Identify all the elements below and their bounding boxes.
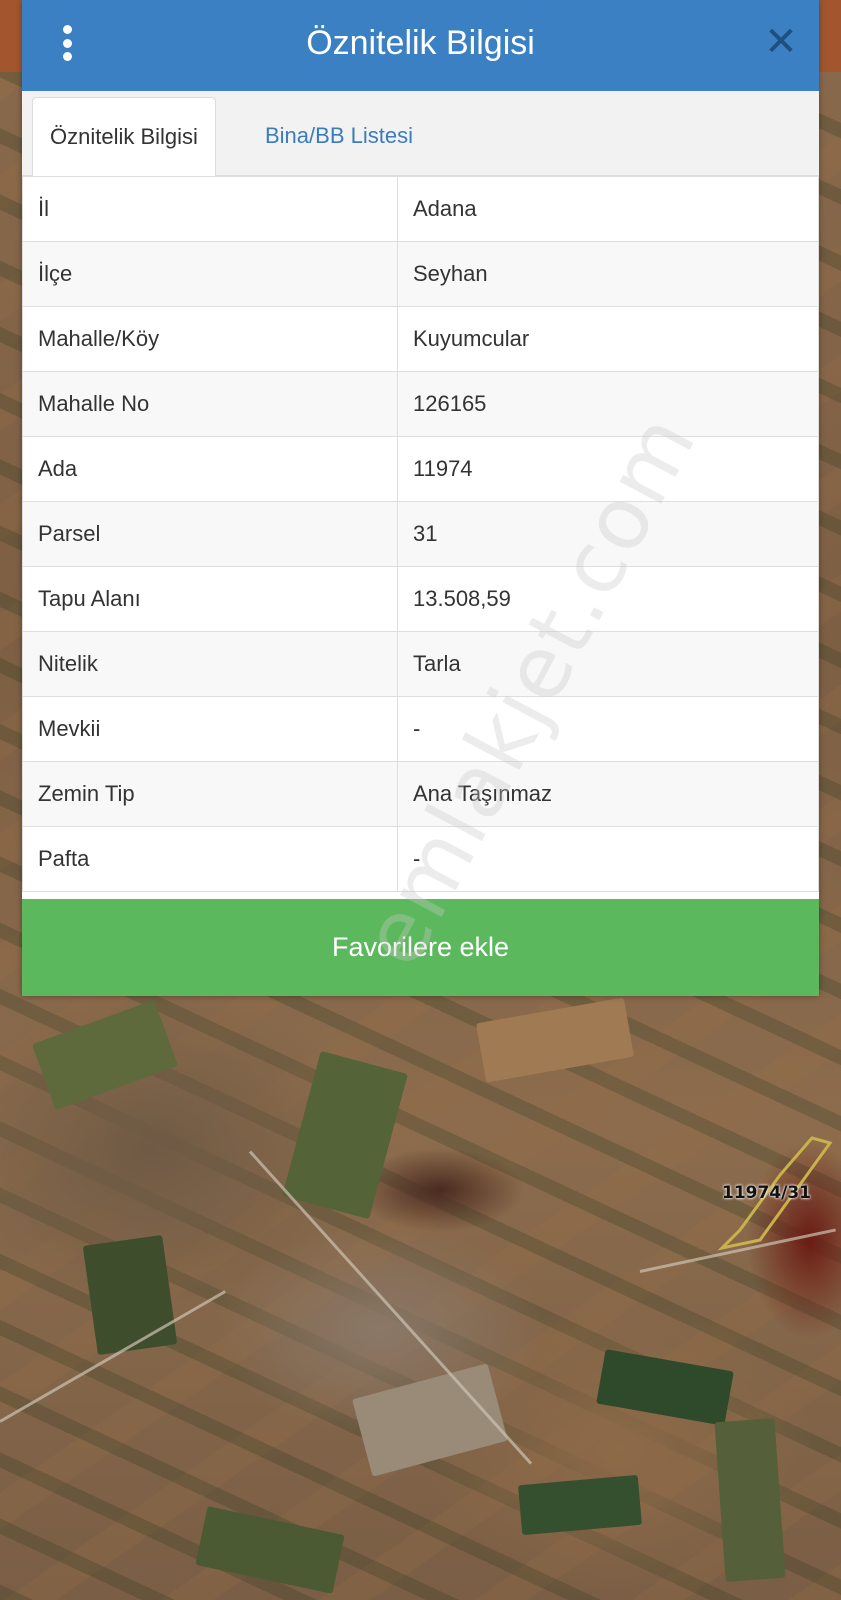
table-row: Mahalle No 126165 <box>22 371 819 437</box>
tab-bar: Öznitelik Bilgisi Bina/BB Listesi <box>22 91 819 176</box>
attribute-key: Mevkii <box>22 696 398 762</box>
attribute-table: İl Adana İlçe Seyhan Mahalle/Köy Kuyumcular Ma… <box>22 176 819 892</box>
attribute-value: Kuyumcular <box>397 306 819 372</box>
attribute-key: Tapu Alanı <box>22 566 398 632</box>
attribute-key: Parsel <box>22 501 398 567</box>
tab-bina-bb-listesi[interactable]: Bina/BB Listesi <box>248 97 430 175</box>
table-row: Mevkii - <box>22 696 819 762</box>
attribute-key: İlçe <box>22 241 398 307</box>
table-row: İl Adana <box>22 176 819 242</box>
table-row: Tapu Alanı 13.508,59 <box>22 566 819 632</box>
dialog-title: Öznitelik Bilgisi <box>306 24 535 62</box>
attribute-value: 126165 <box>397 371 819 437</box>
attribute-key: Mahalle No <box>22 371 398 437</box>
tab-oznitelik-bilgisi[interactable]: Öznitelik Bilgisi <box>32 97 216 176</box>
table-row: İlçe Seyhan <box>22 241 819 307</box>
parcel-label: 11974/31 <box>722 1183 812 1203</box>
table-row: Mahalle/Köy Kuyumcular <box>22 306 819 372</box>
table-row: Parsel 31 <box>22 501 819 567</box>
close-icon[interactable]: ✕ <box>761 22 801 62</box>
attribute-value: Seyhan <box>397 241 819 307</box>
attribute-key: Mahalle/Köy <box>22 306 398 372</box>
attribute-key: Pafta <box>22 826 398 892</box>
attribute-key: Zemin Tip <box>22 761 398 827</box>
table-row: Nitelik Tarla <box>22 631 819 697</box>
attribute-key: Nitelik <box>22 631 398 697</box>
attribute-value: Adana <box>397 176 819 242</box>
attribute-key: Ada <box>22 436 398 502</box>
attribute-key: İl <box>22 176 398 242</box>
dialog-header: Öznitelik Bilgisi ✕ <box>22 0 819 91</box>
